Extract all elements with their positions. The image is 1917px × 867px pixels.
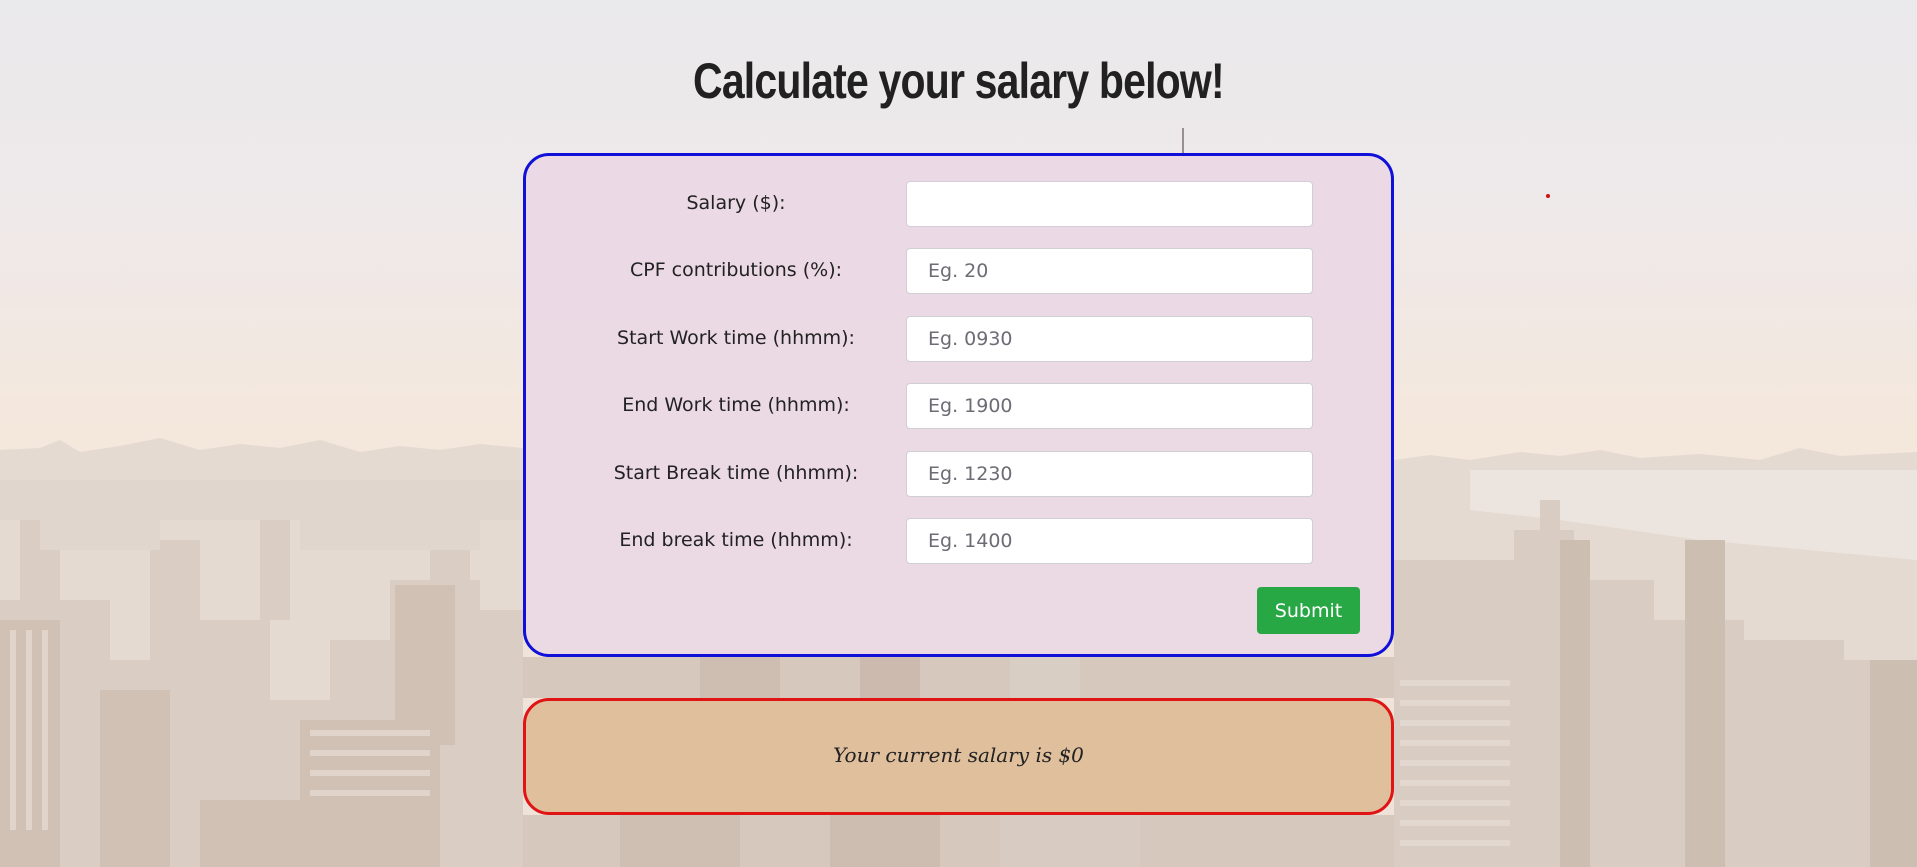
start-break-input[interactable] <box>906 451 1313 497</box>
cpf-input[interactable] <box>906 248 1313 294</box>
cpf-label: CPF contributions (%): <box>629 259 843 281</box>
decorative-dot <box>1546 194 1550 198</box>
form-row-end-work: End Work time (hhmm): <box>526 383 1391 429</box>
end-break-label: End break time (hhmm): <box>619 529 853 551</box>
start-work-label: Start Work time (hhmm): <box>617 327 855 349</box>
form-row-end-break: End break time (hhmm): <box>526 518 1391 564</box>
salary-label: Salary ($): <box>686 192 786 214</box>
end-break-input[interactable] <box>906 518 1313 564</box>
salary-result-text: Your current salary is $0 <box>833 743 1084 767</box>
end-work-label: End Work time (hhmm): <box>622 394 850 416</box>
form-row-start-break: Start Break time (hhmm): <box>526 451 1391 497</box>
page-title: Calculate your salary below! <box>693 53 1225 109</box>
start-work-input[interactable] <box>906 316 1313 362</box>
form-row-salary: Salary ($): <box>526 181 1391 227</box>
form-row-cpf: CPF contributions (%): <box>526 248 1391 294</box>
result-panel: Your current salary is $0 <box>523 698 1394 815</box>
submit-button[interactable]: Submit <box>1257 587 1360 634</box>
end-work-input[interactable] <box>906 383 1313 429</box>
form-row-start-work: Start Work time (hhmm): <box>526 316 1391 362</box>
salary-input[interactable] <box>906 181 1313 227</box>
start-break-label: Start Break time (hhmm): <box>613 462 859 484</box>
salary-form: Salary ($): CPF contributions (%): Start… <box>523 153 1394 657</box>
